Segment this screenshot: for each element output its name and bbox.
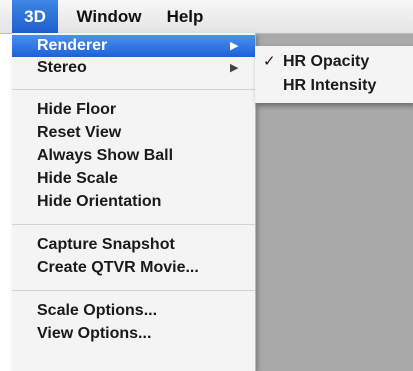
submenu-item-label: HR Intensity xyxy=(283,77,377,94)
menu-item-label: Stereo xyxy=(37,59,87,76)
menu-separator xyxy=(12,224,255,225)
submenu-arrow-icon: ▶ xyxy=(230,40,239,52)
desktop-background xyxy=(256,103,413,371)
menu-separator xyxy=(12,290,255,291)
submenu-item-hr-intensity[interactable]: HR Intensity xyxy=(255,74,413,98)
menu-item-label: View Options... xyxy=(37,325,152,342)
menu-item-view-options[interactable]: View Options... xyxy=(12,323,255,345)
menu-bar: 3D Window Help xyxy=(0,0,413,34)
menu-item-label: Create QTVR Movie... xyxy=(37,259,199,276)
menu-item-label: Capture Snapshot xyxy=(37,236,175,253)
3d-menu: Renderer ▶ Stereo ▶ Hide Floor Reset Vie… xyxy=(12,33,256,371)
checkmark-icon: ✓ xyxy=(263,53,276,70)
menubar-help[interactable]: Help xyxy=(157,0,213,33)
menu-item-capture-snapshot[interactable]: Capture Snapshot xyxy=(12,234,255,256)
desktop-background-top xyxy=(256,33,413,46)
menu-item-hide-orientation[interactable]: Hide Orientation xyxy=(12,191,255,213)
menu-item-label: Hide Orientation xyxy=(37,193,162,210)
menu-item-scale-options[interactable]: Scale Options... xyxy=(12,300,255,322)
menu-item-reset-view[interactable]: Reset View xyxy=(12,122,255,144)
submenu-item-hr-opacity[interactable]: ✓ HR Opacity xyxy=(255,50,413,74)
menu-item-hide-floor[interactable]: Hide Floor xyxy=(12,99,255,121)
renderer-submenu: ✓ HR Opacity HR Intensity xyxy=(255,46,413,103)
menu-separator xyxy=(12,89,255,90)
menu-item-label: Reset View xyxy=(37,124,122,141)
submenu-arrow-icon: ▶ xyxy=(230,62,239,74)
menubar-window[interactable]: Window xyxy=(68,0,150,33)
menu-item-label: Hide Floor xyxy=(37,101,117,118)
menu-item-label: Hide Scale xyxy=(37,170,118,187)
menu-item-renderer[interactable]: Renderer ▶ xyxy=(12,35,255,57)
screen: 3D Window Help Renderer ▶ Stereo ▶ Hide … xyxy=(0,0,413,371)
menu-item-label: Scale Options... xyxy=(37,302,158,319)
menu-item-stereo[interactable]: Stereo ▶ xyxy=(12,57,255,79)
menu-item-label: Renderer xyxy=(37,37,108,54)
menubar-3d[interactable]: 3D xyxy=(12,0,58,33)
menu-item-create-qtvr-movie[interactable]: Create QTVR Movie... xyxy=(12,257,255,279)
submenu-item-label: HR Opacity xyxy=(283,53,370,70)
menu-item-hide-scale[interactable]: Hide Scale xyxy=(12,168,255,190)
menu-item-always-show-ball[interactable]: Always Show Ball xyxy=(12,145,255,167)
menu-item-label: Always Show Ball xyxy=(37,147,174,164)
